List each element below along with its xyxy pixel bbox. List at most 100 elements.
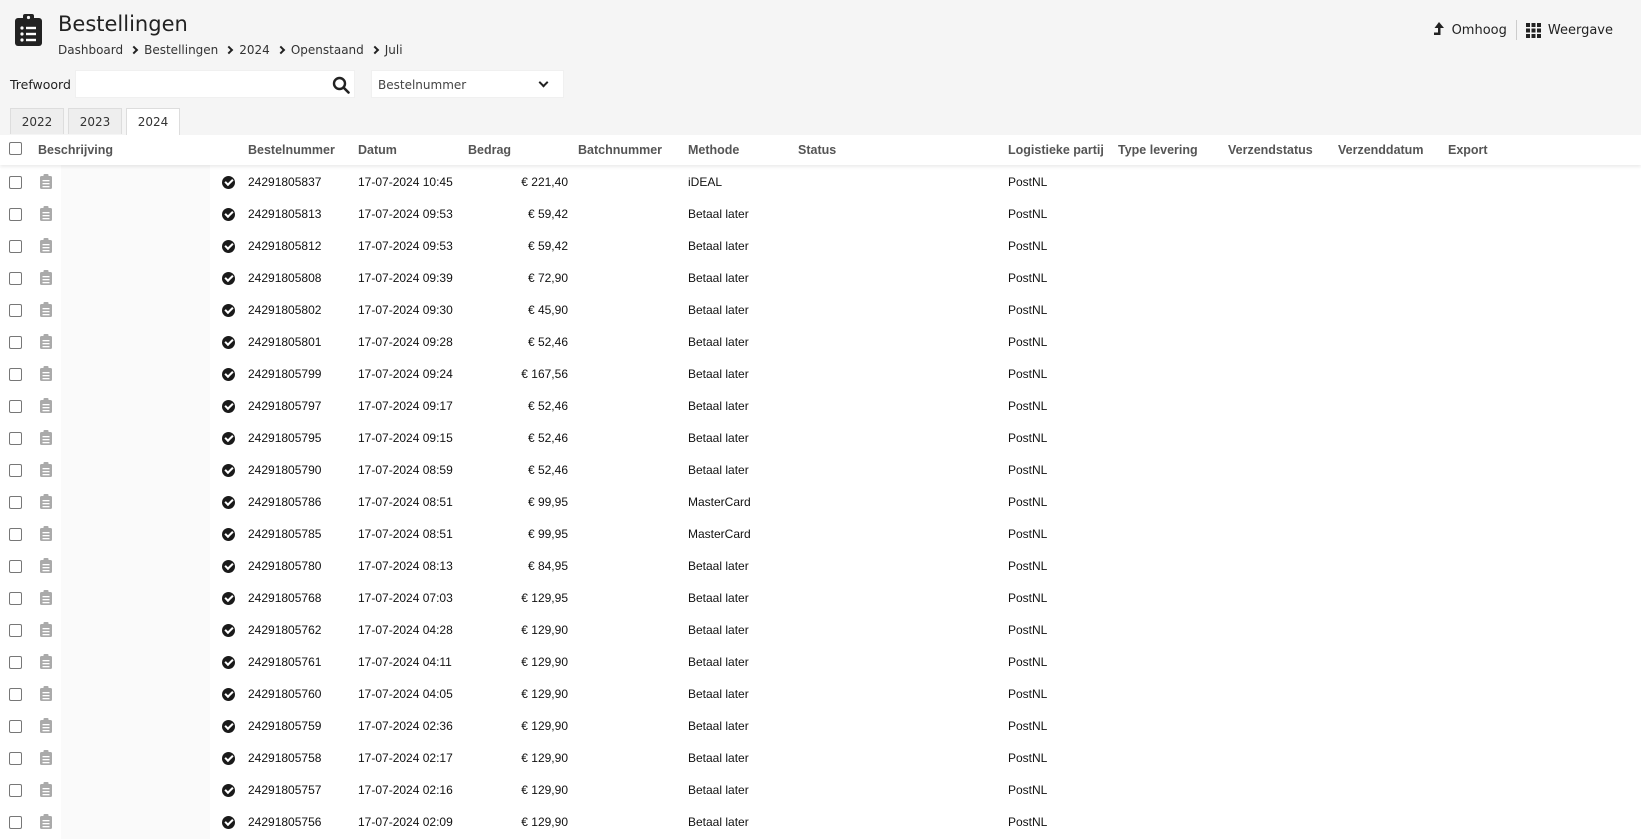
clipboard-icon[interactable] (40, 462, 52, 477)
clipboard-icon[interactable] (40, 686, 52, 701)
order-number[interactable]: 24291805758 (248, 751, 321, 765)
order-number[interactable]: 24291805799 (248, 367, 321, 381)
clipboard-icon[interactable] (40, 782, 52, 797)
tab-2024[interactable]: 2024 (126, 108, 180, 135)
table-row[interactable]: 24291805812 17-07-2024 09:53 € 59,42 Bet… (0, 229, 1641, 261)
row-checkbox[interactable] (9, 304, 22, 317)
table-row[interactable]: 24291805761 17-07-2024 04:11 € 129,90 Be… (0, 645, 1641, 677)
order-number[interactable]: 24291805837 (248, 175, 321, 189)
row-checkbox[interactable] (9, 464, 22, 477)
order-number[interactable]: 24291805780 (248, 559, 321, 573)
table-row[interactable]: 24291805802 17-07-2024 09:30 € 45,90 Bet… (0, 293, 1641, 325)
column-verzendstatus[interactable]: Verzendstatus (1228, 143, 1313, 157)
order-number[interactable]: 24291805785 (248, 527, 321, 541)
clipboard-icon[interactable] (40, 334, 52, 349)
breadcrumb-openstaand[interactable]: Openstaand (291, 43, 364, 57)
column-export[interactable]: Export (1448, 143, 1488, 157)
clipboard-icon[interactable] (40, 590, 52, 605)
clipboard-icon[interactable] (40, 654, 52, 669)
clipboard-icon[interactable] (40, 622, 52, 637)
clipboard-icon[interactable] (40, 398, 52, 413)
row-checkbox[interactable] (9, 176, 22, 189)
column-bestelnummer[interactable]: Bestelnummer (248, 143, 335, 157)
order-number[interactable]: 24291805813 (248, 207, 321, 221)
order-number[interactable]: 24291805761 (248, 655, 321, 669)
clipboard-icon[interactable] (40, 814, 52, 829)
row-checkbox[interactable] (9, 592, 22, 605)
clipboard-icon[interactable] (40, 174, 52, 189)
clipboard-icon[interactable] (40, 558, 52, 573)
table-row[interactable]: 24291805797 17-07-2024 09:17 € 52,46 Bet… (0, 389, 1641, 421)
column-batchnummer[interactable]: Batchnummer (578, 143, 662, 157)
table-row[interactable]: 24291805813 17-07-2024 09:53 € 59,42 Bet… (0, 197, 1641, 229)
clipboard-icon[interactable] (40, 238, 52, 253)
table-row[interactable]: 24291805758 17-07-2024 02:17 € 129,90 Be… (0, 741, 1641, 773)
row-checkbox[interactable] (9, 208, 22, 221)
row-checkbox[interactable] (9, 656, 22, 669)
view-button[interactable]: Weergave (1525, 22, 1613, 38)
table-row[interactable]: 24291805785 17-07-2024 08:51 € 99,95 Mas… (0, 517, 1641, 549)
table-row[interactable]: 24291805759 17-07-2024 02:36 € 129,90 Be… (0, 709, 1641, 741)
table-row[interactable]: 24291805780 17-07-2024 08:13 € 84,95 Bet… (0, 549, 1641, 581)
row-checkbox[interactable] (9, 688, 22, 701)
row-checkbox[interactable] (9, 624, 22, 637)
row-checkbox[interactable] (9, 272, 22, 285)
row-checkbox[interactable] (9, 368, 22, 381)
row-checkbox[interactable] (9, 528, 22, 541)
order-number[interactable]: 24291805760 (248, 687, 321, 701)
breadcrumb-year[interactable]: 2024 (239, 43, 270, 57)
row-checkbox[interactable] (9, 784, 22, 797)
order-number[interactable]: 24291805802 (248, 303, 321, 317)
order-number[interactable]: 24291805762 (248, 623, 321, 637)
table-row[interactable]: 24291805837 17-07-2024 10:45 € 221,40 iD… (0, 165, 1641, 197)
order-number[interactable]: 24291805801 (248, 335, 321, 349)
clipboard-icon[interactable] (40, 718, 52, 733)
row-checkbox[interactable] (9, 400, 22, 413)
table-row[interactable]: 24291805799 17-07-2024 09:24 € 167,56 Be… (0, 357, 1641, 389)
order-number[interactable]: 24291805759 (248, 719, 321, 733)
select-all-checkbox[interactable] (9, 142, 22, 155)
column-datum[interactable]: Datum (358, 143, 397, 157)
clipboard-icon[interactable] (40, 366, 52, 381)
search-field-select[interactable]: Bestelnummer (371, 70, 564, 98)
column-type-levering[interactable]: Type levering (1118, 143, 1198, 157)
tab-2022[interactable]: 2022 (10, 108, 64, 134)
row-checkbox[interactable] (9, 752, 22, 765)
row-checkbox[interactable] (9, 432, 22, 445)
clipboard-icon[interactable] (40, 270, 52, 285)
table-row[interactable]: 24291805801 17-07-2024 09:28 € 52,46 Bet… (0, 325, 1641, 357)
clipboard-icon[interactable] (40, 430, 52, 445)
table-row[interactable]: 24291805756 17-07-2024 02:09 € 129,90 Be… (0, 805, 1641, 837)
column-methode[interactable]: Methode (688, 143, 739, 157)
order-number[interactable]: 24291805808 (248, 271, 321, 285)
order-number[interactable]: 24291805757 (248, 783, 321, 797)
column-bedrag[interactable]: Bedrag (468, 143, 511, 157)
table-row[interactable]: 24291805786 17-07-2024 08:51 € 99,95 Mas… (0, 485, 1641, 517)
row-checkbox[interactable] (9, 560, 22, 573)
table-row[interactable]: 24291805757 17-07-2024 02:16 € 129,90 Be… (0, 773, 1641, 805)
order-number[interactable]: 24291805797 (248, 399, 321, 413)
order-number[interactable]: 24291805790 (248, 463, 321, 477)
clipboard-icon[interactable] (40, 302, 52, 317)
up-button[interactable]: Omhoog (1433, 22, 1507, 38)
row-checkbox[interactable] (9, 240, 22, 253)
column-verzenddatum[interactable]: Verzenddatum (1338, 143, 1423, 157)
clipboard-icon[interactable] (40, 526, 52, 541)
clipboard-icon[interactable] (40, 206, 52, 221)
row-checkbox[interactable] (9, 720, 22, 733)
table-row[interactable]: 24291805790 17-07-2024 08:59 € 52,46 Bet… (0, 453, 1641, 485)
order-number[interactable]: 24291805768 (248, 591, 321, 605)
table-row[interactable]: 24291805760 17-07-2024 04:05 € 129,90 Be… (0, 677, 1641, 709)
row-checkbox[interactable] (9, 336, 22, 349)
table-row[interactable]: 24291805768 17-07-2024 07:03 € 129,95 Be… (0, 581, 1641, 613)
clipboard-icon[interactable] (40, 494, 52, 509)
breadcrumb-dashboard[interactable]: Dashboard (58, 43, 123, 57)
column-status[interactable]: Status (798, 143, 836, 157)
clipboard-icon[interactable] (40, 750, 52, 765)
order-number[interactable]: 24291805812 (248, 239, 321, 253)
row-checkbox[interactable] (9, 496, 22, 509)
row-checkbox[interactable] (9, 816, 22, 829)
table-row[interactable]: 24291805795 17-07-2024 09:15 € 52,46 Bet… (0, 421, 1641, 453)
search-icon[interactable] (332, 76, 350, 94)
breadcrumb-month[interactable]: Juli (385, 43, 403, 57)
